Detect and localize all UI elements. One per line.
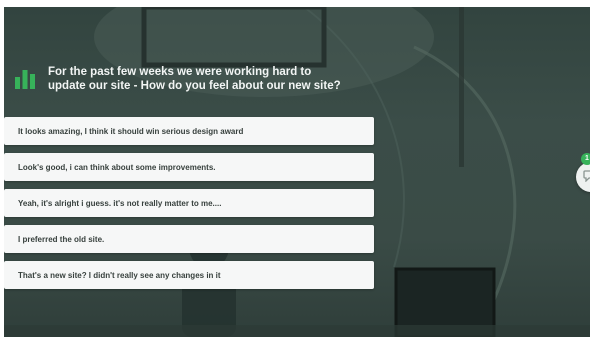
- chat-launcher-button[interactable]: [576, 162, 590, 192]
- answer-options: It looks amazing, I think it should win …: [4, 117, 374, 297]
- chat-bubble-icon: [583, 170, 590, 182]
- notification-badge: 1: [581, 153, 590, 165]
- answer-option-3[interactable]: Yeah, it's alright i guess. it's not rea…: [4, 189, 374, 217]
- poll-header: For the past few weeks we were working h…: [14, 65, 348, 93]
- survey-stage: For the past few weeks we were working h…: [4, 7, 590, 337]
- answer-option-5[interactable]: That's a new site? I didn't really see a…: [4, 261, 374, 289]
- answer-option-2[interactable]: Look's good, i can think about some impr…: [4, 153, 374, 181]
- poll-question: For the past few weeks we were working h…: [48, 66, 341, 92]
- answer-option-4[interactable]: I preferred the old site.: [4, 225, 374, 253]
- answer-option-1[interactable]: It looks amazing, I think it should win …: [4, 117, 374, 145]
- bar-chart-icon: [15, 70, 35, 89]
